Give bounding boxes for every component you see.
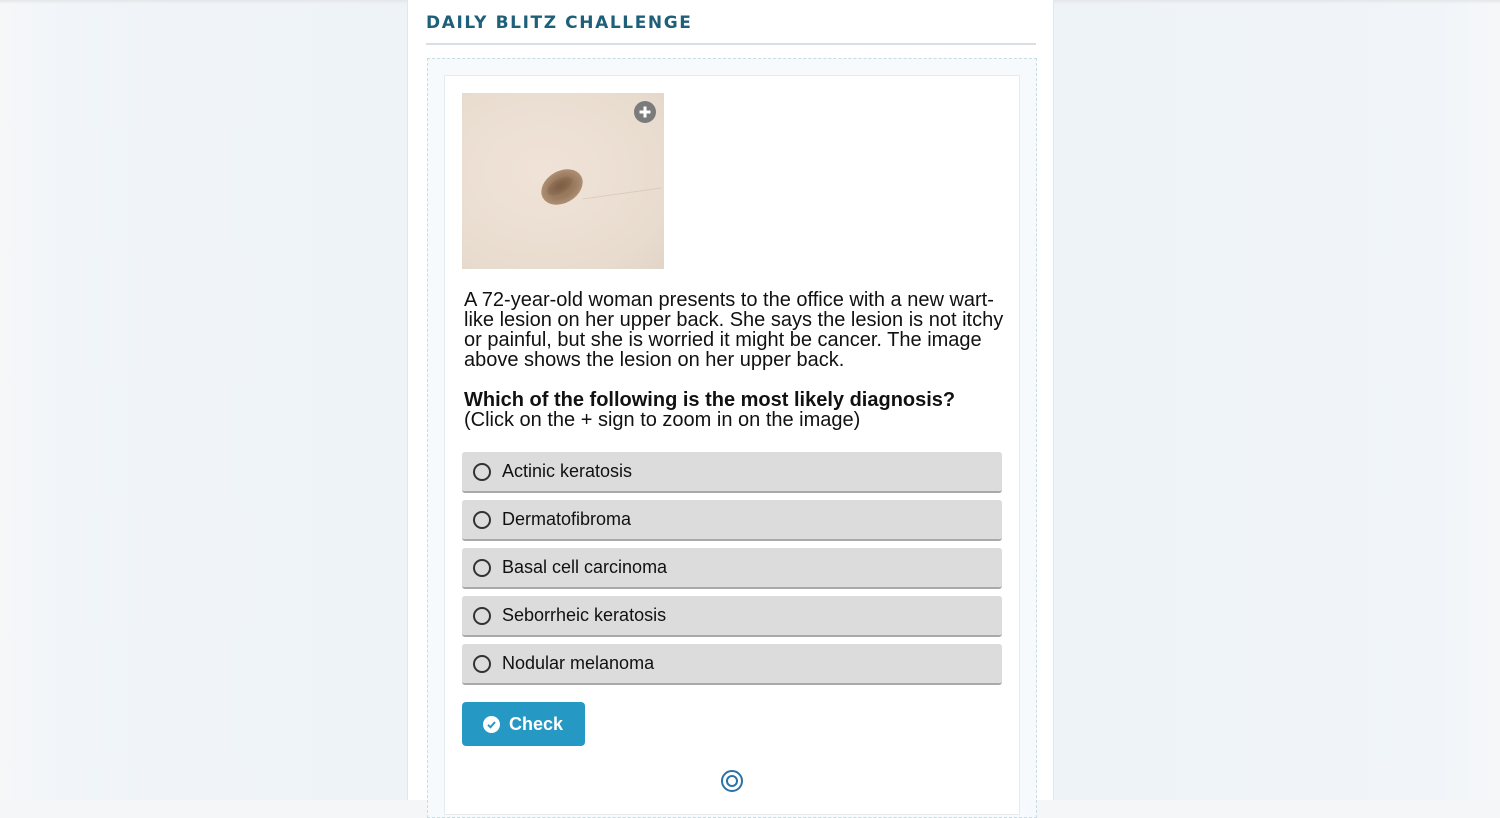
option-label: Basal cell carcinoma: [502, 557, 668, 577]
answer-option-actinic-keratosis[interactable]: Actinic keratosis: [462, 452, 1002, 493]
zoom-hint: (Click on the + sign to zoom in on the i…: [464, 409, 861, 431]
check-button[interactable]: Check: [462, 702, 585, 746]
answer-options: Actinic keratosis Dermatofibroma Basal c…: [462, 452, 1002, 692]
progress-indicator[interactable]: [721, 770, 743, 792]
main-panel: DAILY BLITZ CHALLENGE A 72-year-old woma…: [407, 0, 1054, 818]
radio-button[interactable]: [473, 606, 491, 625]
progress-dot-inner: [726, 775, 738, 787]
answer-option-nodular-melanoma[interactable]: Nodular melanoma: [462, 644, 1002, 685]
answer-option-dermatofibroma[interactable]: Dermatofibroma: [462, 500, 1002, 541]
zoom-plus-icon[interactable]: [634, 101, 656, 123]
option-label: Seborrheic keratosis: [502, 605, 667, 625]
title-divider: [426, 43, 1036, 45]
page-title: DAILY BLITZ CHALLENGE: [426, 13, 693, 33]
question-card: A 72-year-old woman presents to the offi…: [444, 75, 1020, 815]
option-label: Dermatofibroma: [502, 509, 632, 529]
option-label: Actinic keratosis: [502, 461, 633, 481]
radio-button[interactable]: [473, 510, 491, 529]
lesion-image: [462, 93, 664, 269]
radio-button[interactable]: [473, 654, 491, 673]
answer-option-seborrheic-keratosis[interactable]: Seborrheic keratosis: [462, 596, 1002, 637]
check-circle-icon: [483, 715, 500, 733]
question-prompt: Which of the following is the most likel…: [464, 389, 956, 411]
option-label: Nodular melanoma: [502, 653, 655, 673]
skin-crease: [582, 187, 662, 200]
answer-option-basal-cell-carcinoma[interactable]: Basal cell carcinoma: [462, 548, 1002, 589]
radio-button[interactable]: [473, 558, 491, 577]
check-button-label: Check: [509, 713, 564, 734]
question-frame: A 72-year-old woman presents to the offi…: [427, 58, 1037, 818]
question-stem: A 72-year-old woman presents to the offi…: [464, 289, 1004, 371]
radio-button[interactable]: [473, 462, 491, 481]
